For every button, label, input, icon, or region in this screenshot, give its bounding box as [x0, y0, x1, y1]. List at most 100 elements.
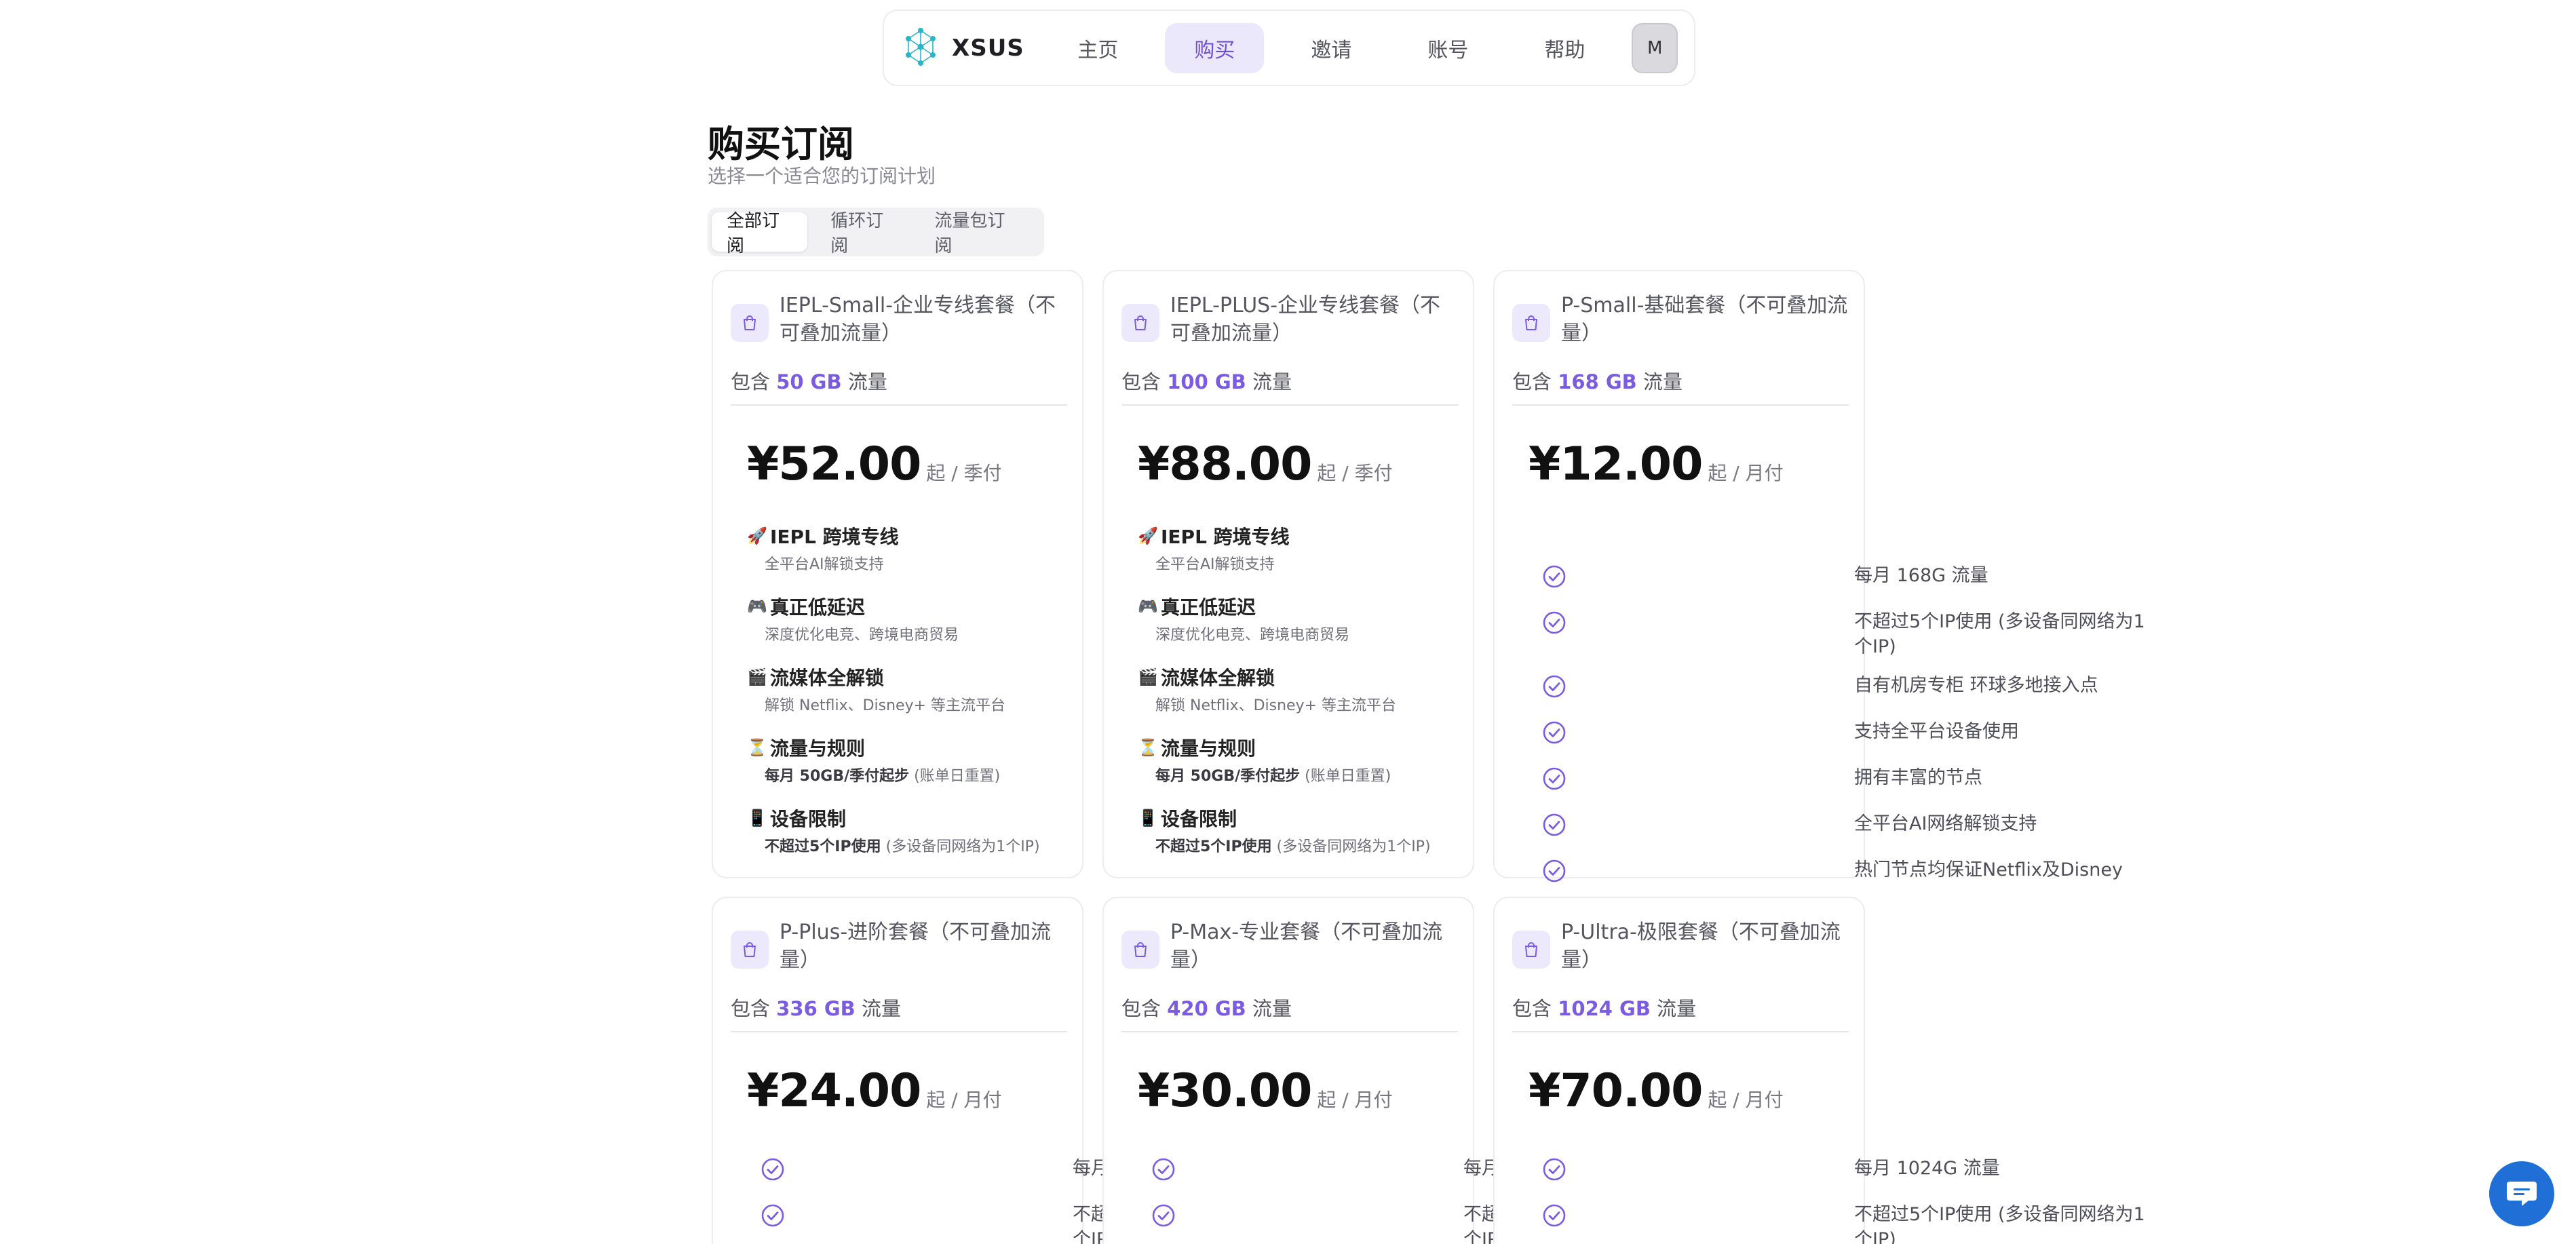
check-text: 每月 1024G 流量	[1854, 1158, 2000, 1179]
plan-header: IEPL-PLUS-企业专线套餐（不可叠加流量）	[1121, 292, 1458, 347]
feature-detail: 深度优化电竞、跨境电商贸易	[765, 627, 959, 644]
shopping-bag-icon	[731, 304, 769, 342]
feature-icon: 📱	[1138, 809, 1158, 828]
feature-title: IEPL 跨境专线	[1161, 526, 1290, 548]
check-circle-icon	[1542, 1156, 1841, 1188]
feature-icon: 🎬	[1138, 667, 1158, 686]
feature-description: 全平台AI解锁支持	[1155, 552, 1431, 574]
check-circle-icon	[1542, 857, 1841, 890]
plan-price: ¥12.00	[1529, 438, 1703, 491]
feature-icon: 🎮	[747, 597, 767, 616]
plan-name: IEPL-Small-企业专线套餐（不可叠加流量）	[780, 294, 1056, 345]
feature-description: 全平台AI解锁支持	[765, 552, 1040, 574]
network-logo-icon	[900, 26, 941, 70]
feature-highlight: 每月 50GB/季付起步	[765, 768, 910, 785]
tab-recurring[interactable]: 循环订阅	[815, 211, 911, 256]
check-item: 自有机房专柜 环球多地接入点	[1529, 673, 2153, 705]
feature-description: 每月 50GB/季付起步 (账单日重置)	[765, 764, 1040, 785]
tab-all[interactable]: 全部订阅	[712, 211, 808, 256]
feature-title: 流量与规则	[1161, 737, 1256, 760]
chat-button[interactable]	[2489, 1161, 2554, 1226]
feature-item: 📱 设备限制 不超过5个IP使用 (多设备同网络为1个IP)	[747, 804, 1040, 856]
check-circle-icon	[1542, 673, 1841, 705]
nav-item-account[interactable]: 账号	[1398, 23, 1497, 73]
page-subtitle: 选择一个适合您的订阅计划	[708, 165, 936, 187]
nav-menu: 主页 购买 邀请 账号 帮助	[1048, 22, 1632, 73]
subscription-tabs: 全部订阅 循环订阅 流量包订阅	[708, 208, 1044, 256]
feature-icon: ⏳	[747, 738, 767, 757]
feature-item: 🎮 真正低延迟深度优化电竞、跨境电商贸易	[747, 593, 1040, 644]
feature-description: 不超过5个IP使用 (多设备同网络为1个IP)	[1155, 834, 1431, 856]
price-unit: 起 / 月付	[1708, 1089, 1784, 1111]
traffic-prefix: 包含	[731, 370, 771, 393]
nav-item-invite[interactable]: 邀请	[1282, 23, 1381, 73]
plan-card[interactable]: P-Ultra-极限套餐（不可叠加流量） 包含 1024 GB 流量 ¥70.00 起…	[1493, 897, 2145, 1244]
plan-name: P-Max-专业套餐（不可叠加流量）	[1170, 920, 1443, 972]
feature-title: 流媒体全解锁	[770, 667, 885, 689]
shopping-bag-icon	[731, 931, 769, 969]
chat-bubble-icon	[2504, 1175, 2539, 1213]
check-item: 不超过5个IP使用 (多设备同网络为1个IP)	[1529, 1202, 2153, 1244]
plan-card[interactable]: P-Small-基础套餐（不可叠加流量） 包含 168 GB 流量 ¥12.00 起 …	[1493, 270, 2145, 882]
shopping-bag-icon	[1512, 304, 1550, 342]
nav-item-help[interactable]: 帮助	[1515, 23, 1614, 73]
feature-detail: (账单日重置)	[909, 768, 1001, 785]
feature-detail: (账单日重置)	[1300, 768, 1391, 785]
feature-check-list: 每月 1024G 流量不超过5个IP使用 (多设备同网络为1个IP)	[1529, 1156, 2153, 1244]
shopping-bag-icon	[1121, 931, 1159, 969]
check-circle-icon	[1542, 1202, 1841, 1235]
plan-price-row: ¥52.00 起 / 季付	[747, 438, 1002, 491]
plan-card[interactable]: IEPL-PLUS-企业专线套餐（不可叠加流量） 包含 100 GB 流量 ¥88.…	[1102, 270, 1474, 878]
plan-price: ¥24.00	[747, 1064, 921, 1118]
feature-title: 流量与规则	[770, 737, 866, 760]
feature-detail: (多设备同网络为1个IP)	[1271, 838, 1431, 855]
check-item: 每月 168G 流量	[1529, 563, 2153, 596]
check-item: 支持全平台设备使用	[1529, 719, 2153, 752]
plan-card[interactable]: P-Plus-进阶套餐（不可叠加流量） 包含 336 GB 流量 ¥24.00 起 /…	[712, 897, 1364, 1244]
plan-price-row: ¥88.00 起 / 季付	[1138, 438, 1393, 491]
brand[interactable]: XSUS	[900, 26, 1048, 70]
traffic-prefix: 包含	[1512, 997, 1552, 1020]
traffic-prefix: 包含	[1121, 997, 1161, 1020]
feature-detail: 全平台AI解锁支持	[765, 556, 884, 573]
feature-title: 设备限制	[770, 808, 847, 830]
traffic-suffix: 流量	[1252, 370, 1292, 393]
check-text: 不超过5个IP使用 (多设备同网络为1个IP)	[1854, 1204, 2145, 1244]
traffic-amount: 420 GB	[1167, 997, 1246, 1020]
traffic-amount: 1024 GB	[1558, 997, 1651, 1020]
traffic-amount: 100 GB	[1167, 370, 1246, 393]
traffic-prefix: 包含	[731, 997, 771, 1020]
traffic-prefix: 包含	[1121, 370, 1161, 393]
traffic-suffix: 流量	[862, 997, 902, 1020]
feature-highlight: 每月 50GB/季付起步	[1155, 768, 1301, 785]
plan-traffic: 包含 168 GB 流量	[1512, 366, 1683, 395]
price-unit: 起 / 月付	[926, 1089, 1002, 1111]
feature-detail: 深度优化电竞、跨境电商贸易	[1155, 627, 1350, 644]
plan-header: IEPL-Small-企业专线套餐（不可叠加流量）	[731, 292, 1067, 347]
feature-title: 设备限制	[1161, 808, 1237, 830]
plan-header: P-Plus-进阶套餐（不可叠加流量）	[731, 918, 1067, 974]
plan-header: P-Ultra-极限套餐（不可叠加流量）	[1512, 918, 1849, 974]
plan-price: ¥88.00	[1138, 438, 1312, 491]
nav-item-buy[interactable]: 购买	[1165, 22, 1265, 73]
plan-card[interactable]: IEPL-Small-企业专线套餐（不可叠加流量） 包含 50 GB 流量 ¥52.…	[712, 270, 1083, 878]
check-circle-icon	[761, 1202, 1059, 1235]
feature-title: 真正低延迟	[770, 596, 866, 619]
check-item: 每月 1024G 流量	[1529, 1156, 2153, 1188]
price-unit: 起 / 季付	[926, 462, 1002, 484]
feature-item: 🚀 IEPL 跨境专线 全平台AI解锁支持	[1138, 522, 1431, 574]
feature-item: ⏳ 流量与规则 每月 50GB/季付起步 (账单日重置)	[1138, 734, 1431, 785]
feature-description: 深度优化电竞、跨境电商贸易	[1155, 623, 1431, 644]
avatar[interactable]: M	[1632, 22, 1678, 73]
nav-item-home[interactable]: 主页	[1048, 23, 1147, 73]
feature-icon: 🎬	[747, 667, 767, 686]
feature-title: 流媒体全解锁	[1161, 667, 1275, 689]
check-text: 全平台AI网络解锁支持	[1854, 813, 2037, 834]
plan-card[interactable]: P-Max-专业套餐（不可叠加流量） 包含 420 GB 流量 ¥30.00 起 / …	[1102, 897, 1754, 1244]
tab-traffic-pack[interactable]: 流量包订阅	[919, 211, 1032, 256]
feature-check-list: 每月 168G 流量不超过5个IP使用 (多设备同网络为1个IP) 自有机房专柜 …	[1529, 563, 2153, 903]
feature-description: 深度优化电竞、跨境电商贸易	[765, 623, 1040, 644]
page-title: 购买订阅	[708, 123, 854, 166]
feature-highlight: 不超过5个IP使用	[1155, 838, 1272, 855]
check-text: 不超过5个IP使用 (多设备同网络为1个IP)	[1854, 611, 2145, 657]
